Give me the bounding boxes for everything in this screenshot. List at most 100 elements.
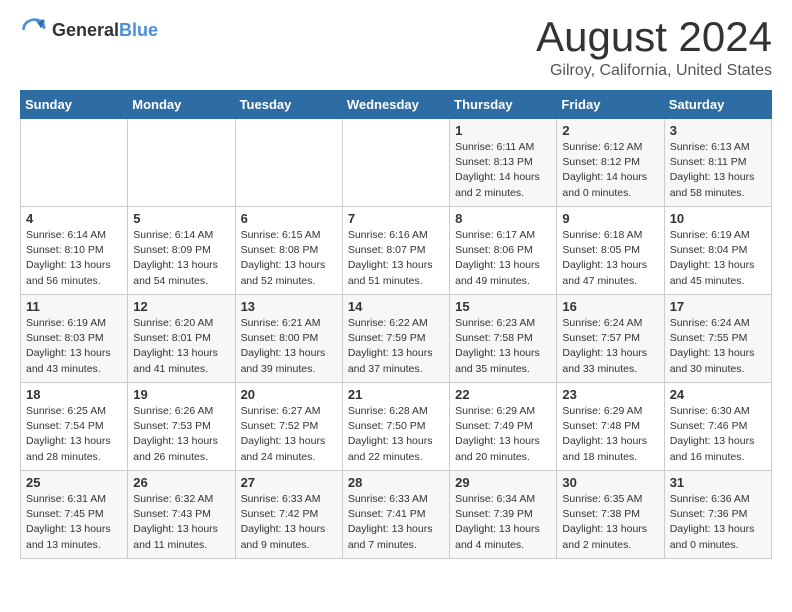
calendar-cell: 15 Sunrise: 6:23 AM Sunset: 7:58 PM Dayli… [450, 295, 557, 383]
cell-content: Sunrise: 6:30 AM Sunset: 7:46 PM Dayligh… [670, 404, 766, 465]
cell-content: Sunrise: 6:14 AM Sunset: 8:09 PM Dayligh… [133, 228, 229, 289]
cell-content: Sunrise: 6:26 AM Sunset: 7:53 PM Dayligh… [133, 404, 229, 465]
calendar-cell: 3 Sunrise: 6:13 AM Sunset: 8:11 PM Daylig… [664, 119, 771, 207]
day-number: 26 [133, 475, 229, 490]
day-number: 16 [562, 299, 658, 314]
day-number: 5 [133, 211, 229, 226]
cell-content: Sunrise: 6:20 AM Sunset: 8:01 PM Dayligh… [133, 316, 229, 377]
cell-content: Sunrise: 6:14 AM Sunset: 8:10 PM Dayligh… [26, 228, 122, 289]
calendar-cell: 24 Sunrise: 6:30 AM Sunset: 7:46 PM Dayli… [664, 383, 771, 471]
calendar-cell: 16 Sunrise: 6:24 AM Sunset: 7:57 PM Dayli… [557, 295, 664, 383]
calendar-cell: 1 Sunrise: 6:11 AM Sunset: 8:13 PM Daylig… [450, 119, 557, 207]
day-number: 17 [670, 299, 766, 314]
day-number: 9 [562, 211, 658, 226]
calendar-cell: 18 Sunrise: 6:25 AM Sunset: 7:54 PM Dayli… [21, 383, 128, 471]
cell-content: Sunrise: 6:11 AM Sunset: 8:13 PM Dayligh… [455, 140, 551, 201]
calendar-cell: 29 Sunrise: 6:34 AM Sunset: 7:39 PM Dayli… [450, 471, 557, 559]
calendar-cell: 9 Sunrise: 6:18 AM Sunset: 8:05 PM Daylig… [557, 207, 664, 295]
calendar-week-row: 1 Sunrise: 6:11 AM Sunset: 8:13 PM Daylig… [21, 119, 772, 207]
calendar-week-row: 4 Sunrise: 6:14 AM Sunset: 8:10 PM Daylig… [21, 207, 772, 295]
day-number: 10 [670, 211, 766, 226]
day-number: 21 [348, 387, 444, 402]
calendar-cell: 25 Sunrise: 6:31 AM Sunset: 7:45 PM Dayli… [21, 471, 128, 559]
weekday-header-monday: Monday [128, 91, 235, 119]
cell-content: Sunrise: 6:12 AM Sunset: 8:12 PM Dayligh… [562, 140, 658, 201]
day-number: 15 [455, 299, 551, 314]
day-number: 18 [26, 387, 122, 402]
day-number: 19 [133, 387, 229, 402]
weekday-header-sunday: Sunday [21, 91, 128, 119]
weekday-header-saturday: Saturday [664, 91, 771, 119]
cell-content: Sunrise: 6:32 AM Sunset: 7:43 PM Dayligh… [133, 492, 229, 553]
calendar-cell: 12Sunrise: 6:20 AM Sunset: 8:01 PM Dayli… [128, 295, 235, 383]
day-number: 30 [562, 475, 658, 490]
calendar-cell: 5 Sunrise: 6:14 AM Sunset: 8:09 PM Daylig… [128, 207, 235, 295]
cell-content: Sunrise: 6:29 AM Sunset: 7:48 PM Dayligh… [562, 404, 658, 465]
title-area: August 2024 Gilroy, California, United S… [536, 16, 772, 80]
cell-content: Sunrise: 6:28 AM Sunset: 7:50 PM Dayligh… [348, 404, 444, 465]
calendar-cell: 11Sunrise: 6:19 AM Sunset: 8:03 PM Dayli… [21, 295, 128, 383]
calendar-cell: 23 Sunrise: 6:29 AM Sunset: 7:48 PM Dayli… [557, 383, 664, 471]
weekday-header-tuesday: Tuesday [235, 91, 342, 119]
day-number: 24 [670, 387, 766, 402]
cell-content: Sunrise: 6:25 AM Sunset: 7:54 PM Dayligh… [26, 404, 122, 465]
cell-content: Sunrise: 6:16 AM Sunset: 8:07 PM Dayligh… [348, 228, 444, 289]
day-number: 25 [26, 475, 122, 490]
day-number: 22 [455, 387, 551, 402]
day-number: 13 [241, 299, 337, 314]
calendar-cell: 10 Sunrise: 6:19 AM Sunset: 8:04 PM Dayli… [664, 207, 771, 295]
calendar-week-row: 25 Sunrise: 6:31 AM Sunset: 7:45 PM Dayli… [21, 471, 772, 559]
logo-blue: Blue [119, 20, 158, 41]
cell-content: Sunrise: 6:19 AM Sunset: 8:03 PM Dayligh… [26, 316, 122, 377]
day-number: 20 [241, 387, 337, 402]
calendar-cell: 17 Sunrise: 6:24 AM Sunset: 7:55 PM Dayli… [664, 295, 771, 383]
day-number: 4 [26, 211, 122, 226]
cell-content: Sunrise: 6:24 AM Sunset: 7:57 PM Dayligh… [562, 316, 658, 377]
calendar-cell: 7 Sunrise: 6:16 AM Sunset: 8:07 PM Daylig… [342, 207, 449, 295]
day-number: 7 [348, 211, 444, 226]
logo: General Blue [20, 16, 158, 44]
logo-icon [20, 16, 48, 44]
cell-content: Sunrise: 6:29 AM Sunset: 7:49 PM Dayligh… [455, 404, 551, 465]
calendar-table: SundayMondayTuesdayWednesdayThursdayFrid… [20, 90, 772, 559]
calendar-cell: 21 Sunrise: 6:28 AM Sunset: 7:50 PM Dayli… [342, 383, 449, 471]
day-number: 6 [241, 211, 337, 226]
day-number: 29 [455, 475, 551, 490]
calendar-cell: 27Sunrise: 6:33 AM Sunset: 7:42 PM Dayli… [235, 471, 342, 559]
cell-content: Sunrise: 6:22 AM Sunset: 7:59 PM Dayligh… [348, 316, 444, 377]
location-subtitle: Gilroy, California, United States [536, 62, 772, 80]
cell-content: Sunrise: 6:17 AM Sunset: 8:06 PM Dayligh… [455, 228, 551, 289]
cell-content: Sunrise: 6:35 AM Sunset: 7:38 PM Dayligh… [562, 492, 658, 553]
day-number: 28 [348, 475, 444, 490]
page-header: General Blue August 2024 Gilroy, Califor… [20, 16, 772, 80]
calendar-cell: 13Sunrise: 6:21 AM Sunset: 8:00 PM Dayli… [235, 295, 342, 383]
logo-general: General [52, 20, 119, 41]
cell-content: Sunrise: 6:33 AM Sunset: 7:42 PM Dayligh… [241, 492, 337, 553]
cell-content: Sunrise: 6:27 AM Sunset: 7:52 PM Dayligh… [241, 404, 337, 465]
cell-content: Sunrise: 6:24 AM Sunset: 7:55 PM Dayligh… [670, 316, 766, 377]
calendar-cell [128, 119, 235, 207]
day-number: 1 [455, 123, 551, 138]
day-number: 3 [670, 123, 766, 138]
cell-content: Sunrise: 6:31 AM Sunset: 7:45 PM Dayligh… [26, 492, 122, 553]
cell-content: Sunrise: 6:15 AM Sunset: 8:08 PM Dayligh… [241, 228, 337, 289]
day-number: 14 [348, 299, 444, 314]
weekday-header-row: SundayMondayTuesdayWednesdayThursdayFrid… [21, 91, 772, 119]
day-number: 23 [562, 387, 658, 402]
cell-content: Sunrise: 6:18 AM Sunset: 8:05 PM Dayligh… [562, 228, 658, 289]
calendar-cell: 2Sunrise: 6:12 AM Sunset: 8:12 PM Daylig… [557, 119, 664, 207]
cell-content: Sunrise: 6:34 AM Sunset: 7:39 PM Dayligh… [455, 492, 551, 553]
calendar-cell: 4 Sunrise: 6:14 AM Sunset: 8:10 PM Daylig… [21, 207, 128, 295]
calendar-cell [235, 119, 342, 207]
calendar-cell: 20 Sunrise: 6:27 AM Sunset: 7:52 PM Dayli… [235, 383, 342, 471]
cell-content: Sunrise: 6:19 AM Sunset: 8:04 PM Dayligh… [670, 228, 766, 289]
cell-content: Sunrise: 6:13 AM Sunset: 8:11 PM Dayligh… [670, 140, 766, 201]
cell-content: Sunrise: 6:36 AM Sunset: 7:36 PM Dayligh… [670, 492, 766, 553]
calendar-cell: 19 Sunrise: 6:26 AM Sunset: 7:53 PM Dayli… [128, 383, 235, 471]
cell-content: Sunrise: 6:23 AM Sunset: 7:58 PM Dayligh… [455, 316, 551, 377]
cell-content: Sunrise: 6:33 AM Sunset: 7:41 PM Dayligh… [348, 492, 444, 553]
calendar-cell: 28 Sunrise: 6:33 AM Sunset: 7:41 PM Dayli… [342, 471, 449, 559]
calendar-cell: 22 Sunrise: 6:29 AM Sunset: 7:49 PM Dayli… [450, 383, 557, 471]
calendar-cell [21, 119, 128, 207]
weekday-header-friday: Friday [557, 91, 664, 119]
